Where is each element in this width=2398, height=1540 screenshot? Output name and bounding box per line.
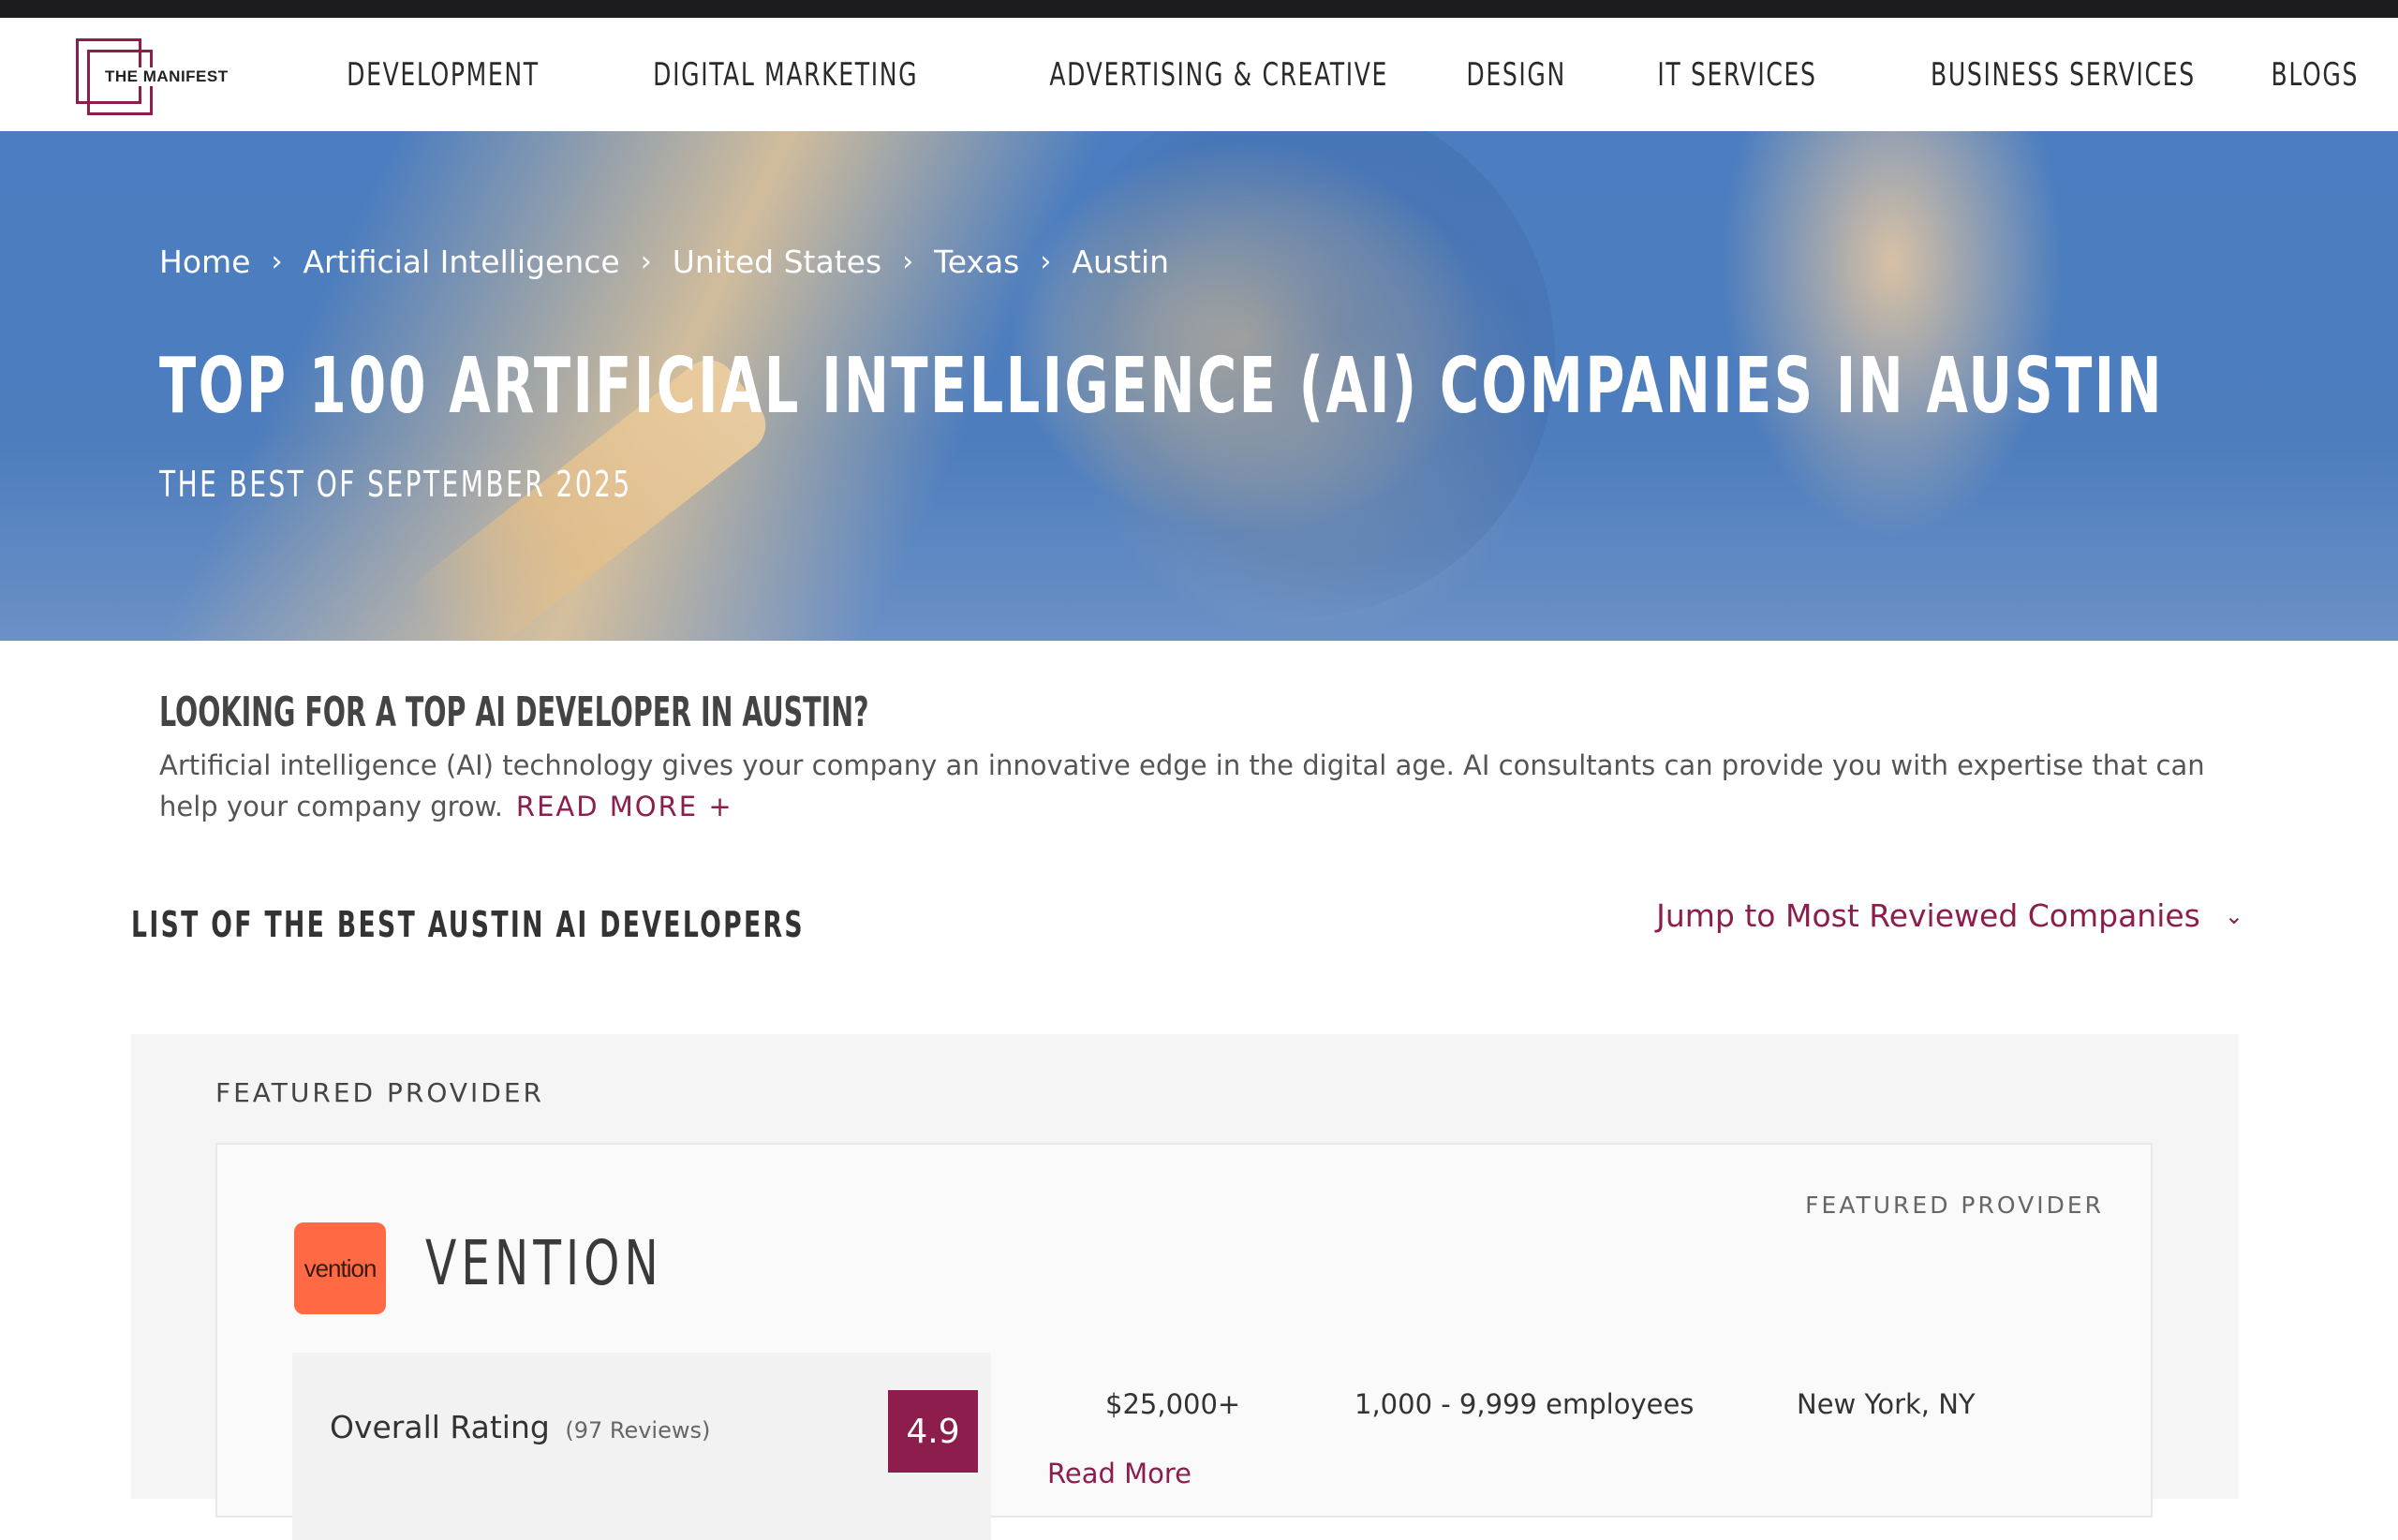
chevron-right-icon: › (1040, 245, 1052, 278)
nav-item-blogs[interactable]: BLOGS (2272, 56, 2359, 94)
overall-rating-label: Overall Rating (97 Reviews) (330, 1409, 710, 1445)
nav-item-business-services[interactable]: BUSINESS SERVICES (1931, 56, 2196, 94)
nav-item-digital-marketing[interactable]: DIGITAL MARKETING (654, 56, 919, 94)
breadcrumb-artificial-intelligence[interactable]: Artificial Intelligence (303, 244, 619, 280)
the-manifest-logo[interactable]: THE MANIFEST (76, 38, 231, 115)
chevron-down-icon: ⌄ (2224, 902, 2243, 929)
provider-card[interactable]: FEATURED PROVIDER vention VENTION Overal… (215, 1143, 2153, 1540)
company-logo-text: vention (303, 1253, 377, 1282)
rating-label-text: Overall Rating (330, 1409, 550, 1445)
employee-count: 1,000 - 9,999 employees (1354, 1388, 1695, 1420)
nav-item-it-services[interactable]: IT SERVICES (1657, 56, 1816, 94)
list-heading: LIST OF THE BEST AUSTIN AI DEVELOPERS (131, 904, 805, 945)
card-read-more-link[interactable]: Read More (1047, 1458, 1192, 1489)
breadcrumb-texas[interactable]: Texas (934, 244, 1019, 280)
intro-paragraph: Artificial intelligence (AI) technology … (159, 745, 2257, 827)
chevron-right-icon: › (640, 245, 652, 278)
review-count[interactable]: (97 Reviews) (565, 1417, 710, 1444)
logo-text: THE MANIFEST (102, 67, 231, 86)
breadcrumb-austin: Austin (1072, 244, 1170, 280)
top-strip (0, 0, 2398, 18)
breadcrumb: Home › Artificial Intelligence › United … (159, 244, 1169, 280)
company-name[interactable]: VENTION (425, 1227, 663, 1299)
featured-provider-tag: FEATURED PROVIDER (1805, 1192, 2104, 1219)
breadcrumb-home[interactable]: Home (159, 244, 250, 280)
min-project-size: $25,000+ (1105, 1388, 1241, 1420)
jump-link-label: Jump to Most Reviewed Companies (1656, 897, 2200, 934)
page-subtitle: THE BEST OF SEPTEMBER 2025 (159, 464, 632, 505)
company-logo[interactable]: vention (294, 1222, 386, 1314)
nav-item-design[interactable]: DESIGN (1466, 56, 1566, 94)
rating-score-badge: 4.9 (888, 1390, 978, 1473)
chevron-right-icon: › (902, 245, 914, 278)
featured-provider-section: FEATURED PROVIDER FEATURED PROVIDER vent… (131, 1034, 2239, 1540)
nav-item-advertising-creative[interactable]: ADVERTISING & CREATIVE (1049, 56, 1388, 94)
chevron-right-icon: › (271, 245, 283, 278)
jump-to-most-reviewed-link[interactable]: Jump to Most Reviewed Companies ⌄ (1656, 897, 2243, 934)
featured-section-label: FEATURED PROVIDER (215, 1077, 544, 1108)
nav-item-development[interactable]: DEVELOPMENT (347, 56, 540, 94)
hero-banner: Home › Artificial Intelligence › United … (0, 131, 2398, 641)
company-location: New York, NY (1797, 1388, 1976, 1420)
intro-heading: LOOKING FOR A TOP AI DEVELOPER IN AUSTIN… (159, 689, 869, 736)
overall-rating-box: Overall Rating (97 Reviews) 4.9 (292, 1353, 991, 1540)
main-nav: DEVELOPMENT DIGITAL MARKETING ADVERTISIN… (248, 18, 2359, 131)
site-header: THE MANIFEST DEVELOPMENT DIGITAL MARKETI… (0, 18, 2398, 131)
intro-body-text: Artificial intelligence (AI) technology … (159, 749, 2205, 822)
read-more-link[interactable]: READ MORE + (516, 791, 733, 822)
page-title: TOP 100 ARTIFICIAL INTELLIGENCE (AI) COM… (159, 342, 2165, 431)
breadcrumb-united-states[interactable]: United States (673, 244, 881, 280)
